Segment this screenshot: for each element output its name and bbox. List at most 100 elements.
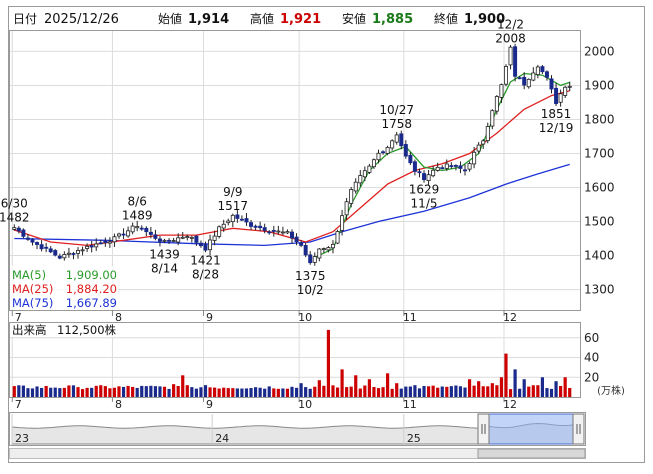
candle-body [340,215,345,231]
volume-bar [44,385,48,397]
volume-bar [463,387,467,397]
candle-body [253,225,258,228]
volume-bar [167,388,171,397]
volume-bar [363,385,367,397]
navigator-right-handle [572,413,585,445]
candle-body [157,238,162,242]
volume-bar [568,388,572,397]
candle-body [330,243,335,249]
volume-value: 112,500株 [57,323,117,337]
volume-bar [35,386,39,397]
candle-body [535,66,540,75]
candle-body [162,239,167,242]
candle-body [16,227,21,232]
volume-bar [417,388,422,397]
candle-body [249,222,254,227]
volume-bar [518,388,522,397]
scrollbar-thumb[interactable] [477,448,586,459]
volume-bar [17,385,21,397]
volume-bar [522,379,526,397]
volume-bar [253,387,258,397]
open-value: 1,914 [188,12,229,27]
open-label: 始値 [158,11,182,26]
candle-body [508,46,513,66]
price-y-tick-label: 1300 [584,283,615,297]
volume-bar [540,377,544,397]
volume-x-tick-label: 10 [298,398,312,411]
candle-body [135,226,140,229]
volume-bar [322,385,326,397]
volume-bar [527,386,531,397]
volume-bar [563,377,567,397]
volume-bar [49,387,53,397]
legend-ma75-name: MA(75) [12,296,53,310]
volume-bar [481,386,485,397]
volume-bar [536,385,540,397]
navigator-tick-label: 25 [407,432,421,445]
price-y-tick-label: 1800 [584,112,615,126]
candle-body [103,240,108,244]
candle-body [76,250,81,254]
volume-bar [386,373,390,397]
candle-body [544,71,549,78]
candle-body [280,231,285,234]
candle-body [107,241,112,244]
volume-bar [80,389,85,397]
candle-body [258,225,263,229]
volume-bar [559,386,563,397]
volume-bar [112,387,117,397]
candle-body [531,72,536,81]
price-y-tick-label: 2000 [584,44,615,58]
volume-bar [472,385,476,397]
candle-body [321,248,326,250]
candle-body [294,236,299,243]
candle-body [490,110,495,127]
volume-bar [349,386,353,397]
volume-x-tick-label: 8 [115,398,122,411]
candle-body [353,181,358,192]
candle-body [513,46,518,77]
candle-body [198,242,203,247]
navigator-left-handle [477,413,490,445]
volume-bar [103,386,107,397]
volume-bar [367,379,371,397]
candle-body [230,214,235,223]
volume-bar [308,388,312,397]
volume-bar [67,385,71,397]
candle-body [185,236,190,238]
volume-bar [62,387,66,397]
price-y-tick-label: 1600 [584,181,615,195]
candle-body [381,151,386,154]
volume-bar [345,387,349,397]
volume-bar [549,388,554,397]
annotation-date: 9/9 [223,185,242,199]
candle-body [235,214,240,219]
candle-body [189,236,194,239]
annotation-value: 1851 [541,107,572,121]
candle-body [80,249,85,252]
candle-body [126,230,131,237]
volume-bar [335,387,340,397]
candle-body [335,231,340,244]
annotation-value: 1629 [409,183,440,197]
volume-bar [285,388,290,397]
annotation-value: 1375 [295,269,326,283]
candle-body [563,86,568,96]
candle-body [422,173,427,181]
volume-bar [226,388,230,397]
annotation-value: 1482 [0,211,30,225]
volume-bar [499,377,504,397]
volume-bar [158,386,162,397]
volume-bar [290,386,294,397]
volume-bar [531,385,535,397]
volume-bar [21,385,25,397]
volume-bar [413,385,417,397]
candle-body [94,243,99,248]
annotation-date: 8/14 [151,261,178,275]
date-value: 2025/12/26 [44,12,119,27]
volume-y-tick-label: 20 [584,370,599,384]
candle-body [244,218,249,223]
candle-body [526,78,531,88]
annotation-value: 1758 [381,117,412,131]
volume-bar [181,375,185,397]
